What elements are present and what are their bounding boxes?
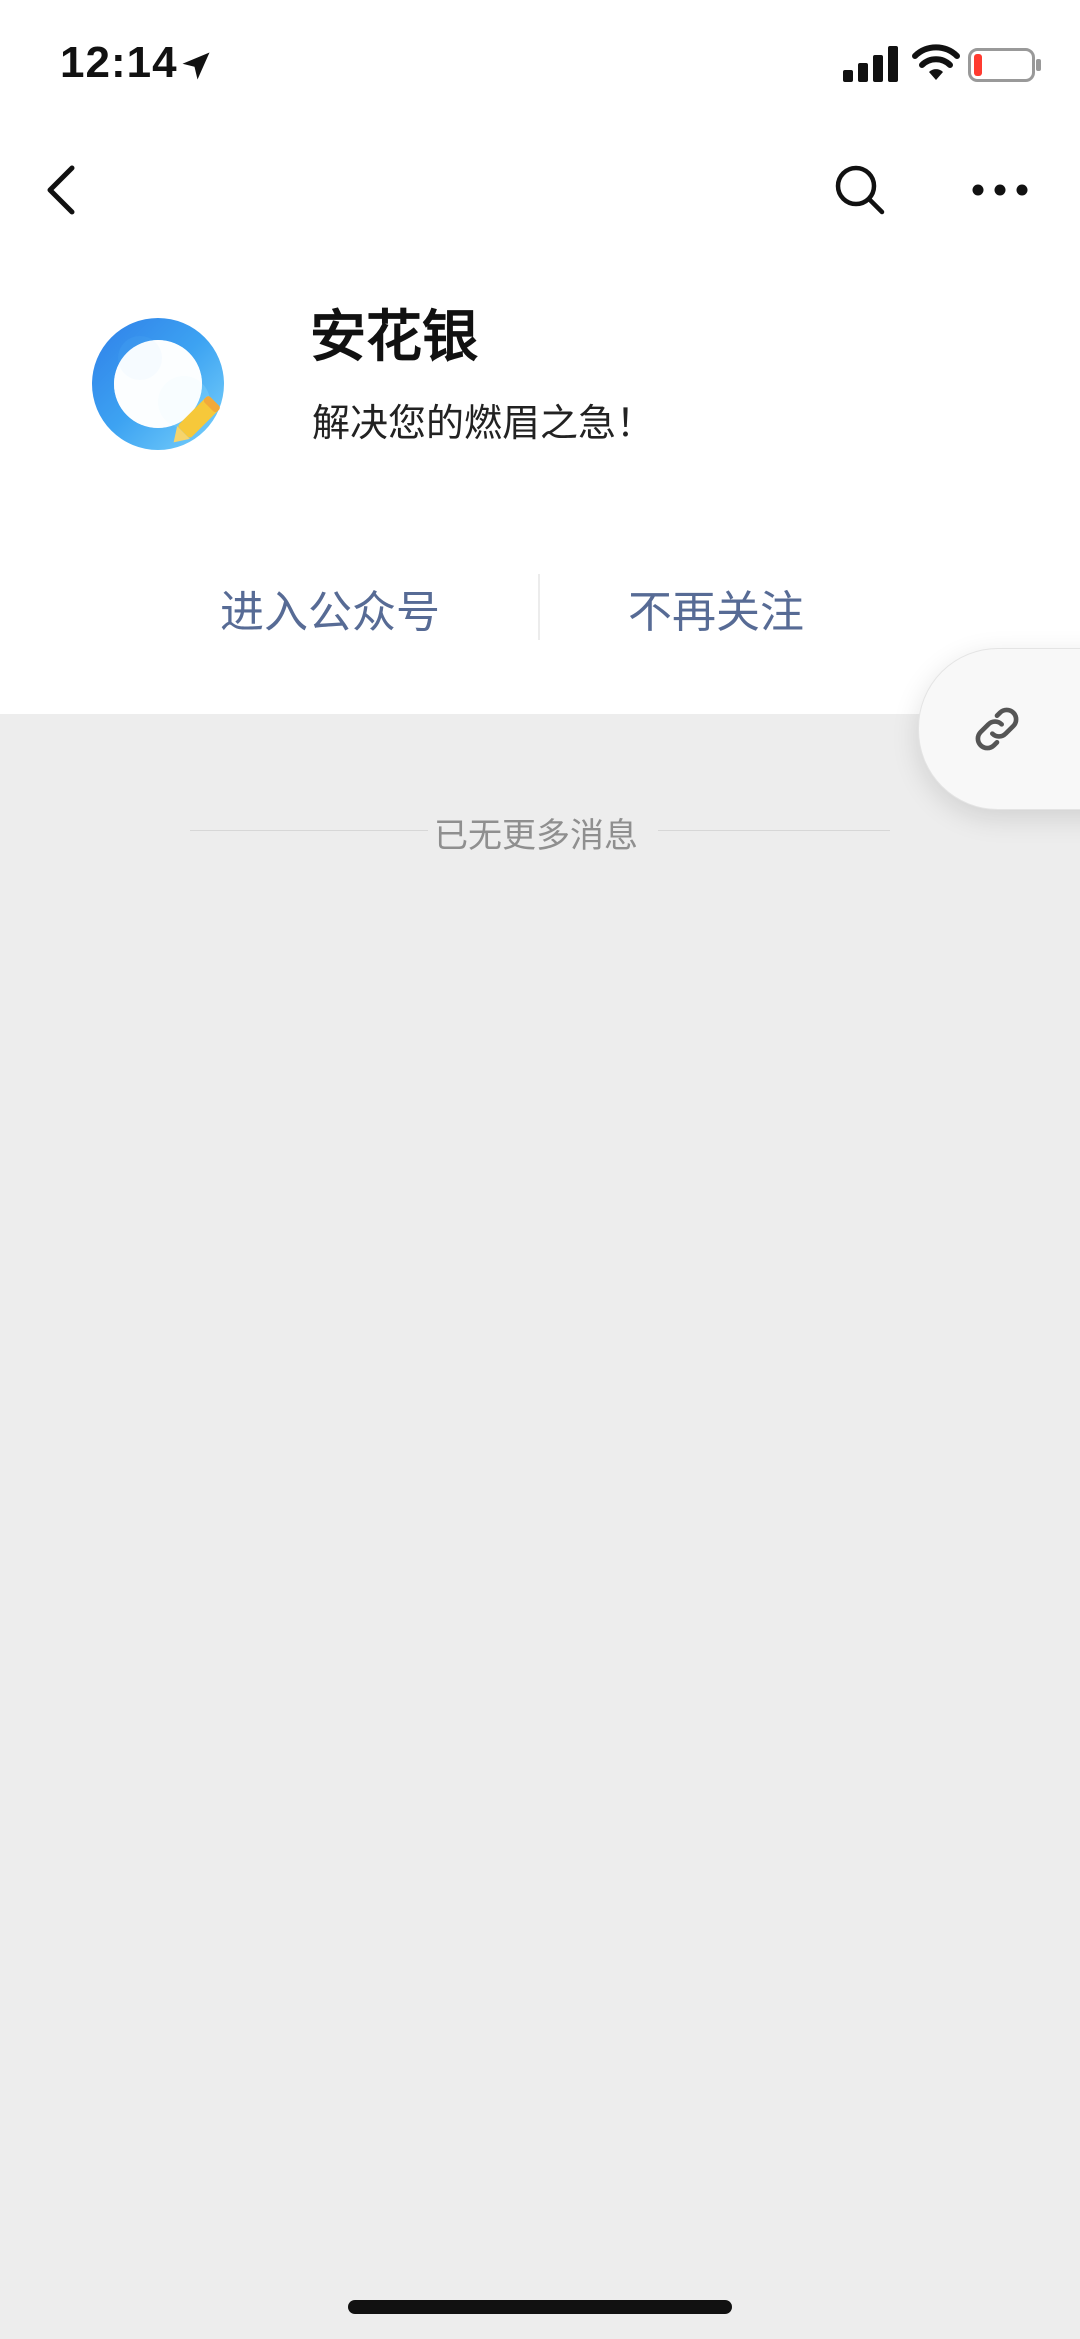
- floating-link-button[interactable]: [918, 648, 1080, 810]
- account-logo: [92, 318, 224, 450]
- divider-right: [658, 830, 890, 831]
- back-chevron-icon[interactable]: [32, 150, 92, 230]
- link-icon: [975, 707, 1019, 751]
- wifi-icon: [912, 44, 960, 80]
- signal-icon: [843, 46, 898, 82]
- status-time: 12:14: [60, 38, 178, 87]
- action-divider: [538, 574, 540, 640]
- location-arrow-icon: [182, 52, 210, 80]
- no-more-messages-text: 已无更多消息: [434, 816, 638, 856]
- account-actions: 进入公众号 不再关注: [0, 560, 1080, 656]
- home-indicator[interactable]: [348, 2300, 732, 2314]
- enter-account-button[interactable]: 进入公众号: [220, 576, 440, 640]
- unfollow-button[interactable]: 不再关注: [628, 576, 804, 640]
- no-more-messages: 已无更多消息: [0, 806, 1080, 856]
- battery-low-icon: [968, 48, 1041, 82]
- account-name: 安花银: [310, 305, 478, 370]
- divider-left: [190, 830, 428, 831]
- account-slogan: 解决您的燃眉之急！: [312, 401, 655, 445]
- search-icon[interactable]: [828, 158, 892, 222]
- more-dots-icon[interactable]: [968, 166, 1032, 214]
